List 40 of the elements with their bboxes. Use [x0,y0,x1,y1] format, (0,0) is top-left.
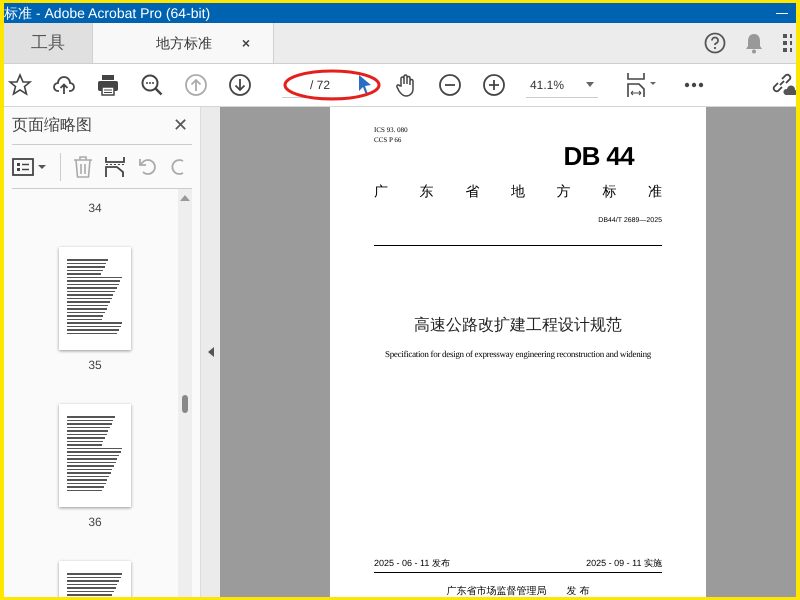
close-icon[interactable]: ✕ [173,112,192,139]
tab[interactable]: 地方标准 × [92,23,274,63]
page-number: 35 [88,357,102,374]
document-title: 高速公路改扩建工程设计规范 [414,316,622,336]
publisher: 广东省市场监督管理局 发 布 [446,586,590,596]
issue-date: 2025 - 06 - 11 发布 [374,557,450,570]
close-tab-icon[interactable]: × [242,32,250,54]
printer-icon[interactable] [96,73,120,97]
panel-title: 页面缩略图 [12,116,92,136]
options-menu-icon[interactable] [12,156,48,176]
caret-icon [586,82,594,87]
insert-page-icon[interactable] [105,156,125,178]
standard-authority: 广东省地方标准 [374,182,662,201]
scrollbar[interactable] [178,189,192,597]
zoom-in-icon[interactable] [482,73,506,97]
page-number: 36 [88,514,102,531]
minimize-icon[interactable] [776,12,788,14]
panel-toggle-strip[interactable] [200,107,220,597]
link-cloud-icon[interactable] [772,73,796,97]
collapse-icon[interactable] [208,347,214,357]
standard-logo: DB 44 [564,143,634,169]
cloud-upload-icon[interactable] [52,73,76,97]
grid-icon[interactable] [782,32,792,54]
star-icon[interactable] [8,73,32,97]
page-fit-icon[interactable] [626,72,658,98]
page-thumbnail[interactable] [59,404,131,507]
tab[interactable]: 工具 [4,23,92,63]
page-number: 34 [88,200,102,217]
window-title: 标准 - Adobe Acrobat Pro (64-bit) [4,6,210,20]
document-subtitle: Specification for design of expressway engineering reconstruction and widening [384,348,651,361]
help-icon[interactable] [704,32,726,54]
search-icon[interactable] [140,73,164,97]
zoom-out-icon[interactable] [438,73,462,97]
scroll-thumb[interactable] [182,395,188,413]
more-icon[interactable] [684,82,704,88]
zoom-dropdown[interactable]: 41.1% [526,72,598,98]
arrow-down-icon[interactable] [228,73,252,97]
effective-date: 2025 - 09 - 11 实施 [586,557,662,570]
page-thumbnail[interactable] [59,247,131,350]
cursor-icon [358,74,372,96]
